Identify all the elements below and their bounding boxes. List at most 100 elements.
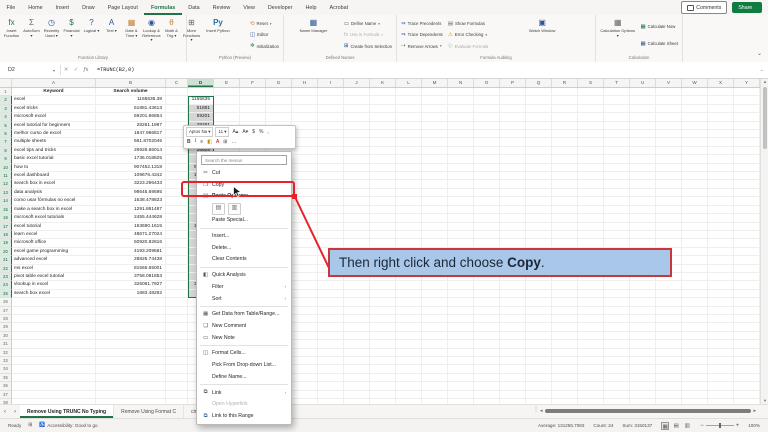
paste-values-icon[interactable]: ▥	[228, 203, 241, 215]
cell-a31[interactable]	[12, 340, 96, 348]
row-header-11[interactable]: 11	[0, 172, 12, 180]
ribbon-button-calculate-sheet[interactable]: ▦Calculate Sheet	[640, 38, 678, 49]
ribbon-button-lookup-reference[interactable]: ◉Lookup & Reference ▾	[142, 16, 161, 54]
cell-c1[interactable]	[166, 88, 188, 96]
cell-a5[interactable]: excel tutorial for beginners	[12, 122, 96, 130]
cell-a7[interactable]: multiple sheets	[12, 138, 96, 146]
ribbon-tab-home[interactable]: Home	[22, 0, 49, 15]
cell-d1[interactable]	[188, 88, 214, 96]
column-header-x[interactable]: X	[708, 78, 734, 87]
cell-a28[interactable]	[12, 315, 96, 323]
format-chip-4[interactable]: ,	[266, 128, 269, 136]
cell-c25[interactable]	[166, 290, 188, 298]
ribbon-button-calculation-options[interactable]: ▦Calculation Options ▾	[598, 16, 637, 54]
column-header-n[interactable]: N	[448, 78, 474, 87]
cell-a22[interactable]: ms excel	[12, 265, 96, 273]
comments-button[interactable]: Comments	[681, 1, 727, 14]
cell-c19[interactable]	[166, 239, 188, 247]
cell-b33[interactable]	[96, 357, 166, 365]
ribbon-button-recently-used[interactable]: ◷Recently Used ▾	[42, 16, 61, 54]
row-header-19[interactable]: 19	[0, 239, 12, 247]
menu-item-copy[interactable]: ❐Copy	[197, 179, 291, 191]
cell-b9[interactable]: 1736.018825	[96, 155, 166, 163]
ribbon-tab-help[interactable]: Help	[299, 0, 323, 15]
column-header-f[interactable]: F	[240, 78, 266, 87]
cell-b22[interactable]: 81565.65001	[96, 265, 166, 273]
cell-b20[interactable]: 4193.209581	[96, 248, 166, 256]
cell-b15[interactable]: 1291.881487	[96, 206, 166, 214]
cell-a15[interactable]: make a search box in excel	[12, 206, 96, 214]
cell-b4[interactable]: 59201.86854	[96, 113, 166, 121]
vertical-scroll-thumb[interactable]	[763, 87, 767, 149]
zoom-slider[interactable]	[706, 425, 734, 426]
cell-b11[interactable]: 109676.4342	[96, 172, 166, 180]
cell-c29[interactable]	[166, 323, 188, 331]
normal-view-icon[interactable]: ▦	[661, 422, 669, 430]
row-header-35[interactable]: 35	[0, 374, 12, 382]
format-chip-1[interactable]: A▾	[241, 128, 249, 136]
cell-c14[interactable]	[166, 197, 188, 205]
cell-c35[interactable]	[166, 374, 188, 382]
cell-b36[interactable]	[96, 382, 166, 390]
cell-b32[interactable]	[96, 349, 166, 357]
menu-item-link[interactable]: ⧉Link›	[197, 387, 291, 399]
share-button[interactable]: Share ▾	[732, 2, 762, 13]
ribbon-tab-draw[interactable]: Draw	[76, 0, 102, 15]
ribbon-button-name-manager[interactable]: ▦Name Manager	[286, 16, 341, 54]
column-header-q[interactable]: Q	[526, 78, 552, 87]
ribbon-button-date-time[interactable]: ▦Date & Time ▾	[122, 16, 141, 54]
cell-c21[interactable]	[166, 256, 188, 264]
cell-a16[interactable]: microsoft excel tutorials	[12, 214, 96, 222]
ribbon-button-logical[interactable]: ?Logical ▾	[82, 16, 101, 54]
cell-d2[interactable]: 1155635	[188, 96, 214, 104]
column-header-g[interactable]: G	[266, 78, 292, 87]
ribbon-button-insert-function[interactable]: fxInsert Function	[2, 16, 21, 54]
prev-sheet-icon[interactable]: ‹	[0, 409, 10, 415]
ribbon-tab-file[interactable]: File	[0, 0, 22, 15]
row-header-5[interactable]: 5	[0, 122, 12, 130]
row-header-27[interactable]: 27	[0, 307, 12, 315]
paste-icon[interactable]: ▤	[212, 203, 225, 215]
column-header-v[interactable]: V	[656, 78, 682, 87]
cell-d3[interactable]: 51881	[188, 105, 214, 113]
horizontal-scroll-thumb[interactable]	[545, 409, 752, 413]
cell-a11[interactable]: excel dashboard	[12, 172, 96, 180]
format-chip-0[interactable]: A▴	[231, 128, 239, 136]
column-header-s[interactable]: S	[578, 78, 604, 87]
ribbon-button-python-initialization[interactable]: ✲Initialization	[250, 41, 279, 52]
ribbon-button-create-from-selection[interactable]: ⊞Create from Selection	[344, 41, 392, 52]
format-chip-2[interactable]: $	[251, 128, 256, 136]
page-layout-view-icon[interactable]: ▤	[672, 422, 680, 430]
row-header-28[interactable]: 28	[0, 315, 12, 323]
column-header-d[interactable]: D	[188, 78, 214, 87]
cell-a30[interactable]	[12, 332, 96, 340]
enter-icon[interactable]: ✓	[71, 67, 81, 73]
cell-a23[interactable]: pivot table excel tutorial	[12, 273, 96, 281]
row-header-20[interactable]: 20	[0, 248, 12, 256]
cell-b19[interactable]: 50920.82816	[96, 239, 166, 247]
cell-c24[interactable]	[166, 281, 188, 289]
vertical-scrollbar[interactable]: ▲ ▼	[760, 78, 768, 404]
cell-a32[interactable]	[12, 349, 96, 357]
sheet-tab-1[interactable]: Remove Using TRUNC No Typing	[20, 405, 114, 418]
column-header-o[interactable]: O	[474, 78, 500, 87]
cell-c20[interactable]	[166, 248, 188, 256]
bold-button[interactable]: B	[186, 138, 192, 146]
cell-c3[interactable]	[166, 105, 188, 113]
row-header-4[interactable]: 4	[0, 113, 12, 121]
row-header-10[interactable]: 10	[0, 164, 12, 172]
cell-a13[interactable]: data analysis	[12, 189, 96, 197]
row-header-36[interactable]: 36	[0, 382, 12, 390]
cell-a21[interactable]: advanced excel	[12, 256, 96, 264]
column-header-m[interactable]: M	[422, 78, 448, 87]
align-button[interactable]: ≡	[199, 138, 204, 146]
cell-a33[interactable]	[12, 357, 96, 365]
column-header-p[interactable]: P	[500, 78, 526, 87]
ribbon-tab-review[interactable]: Review	[206, 0, 237, 15]
cell-a34[interactable]	[12, 365, 96, 373]
cell-c34[interactable]	[166, 365, 188, 373]
scroll-down-icon[interactable]: ▼	[761, 398, 768, 403]
row-header-30[interactable]: 30	[0, 332, 12, 340]
font-name-select[interactable]: Aptos Na ▾	[186, 127, 213, 137]
ribbon-button-autosum[interactable]: ΣAutoSum ▾	[22, 16, 41, 54]
